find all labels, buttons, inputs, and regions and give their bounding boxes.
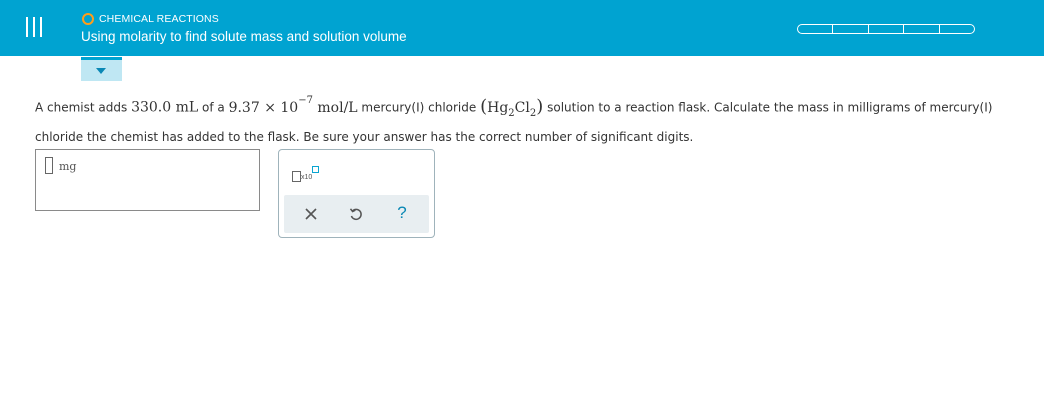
progress-segment xyxy=(798,25,834,33)
question-text: A chemist adds 330.0 mL of a 9.37 × 10−7… xyxy=(35,91,1035,150)
collapse-toggle-button[interactable] xyxy=(81,57,122,81)
sci-notation-label: x10 xyxy=(301,174,313,181)
answer-unit: mg xyxy=(59,160,77,173)
answer-box: mg xyxy=(35,149,260,211)
clear-button[interactable] xyxy=(296,195,326,233)
help-icon: ? xyxy=(397,203,407,222)
math-tools-panel: x10 ? xyxy=(278,149,435,238)
times-sign: × xyxy=(264,99,276,116)
lesson-title: Using molarity to find solute mass and s… xyxy=(81,29,407,44)
formula-element: Hg xyxy=(487,99,509,116)
question-text-part: of a xyxy=(198,100,229,115)
concentration: 9.37 × 10−7 mol/L xyxy=(228,95,358,116)
help-button[interactable]: ? xyxy=(387,195,417,233)
chemical-formula: (Hg2Cl2) xyxy=(480,95,544,119)
question-text-part: mercury(I) chloride xyxy=(357,100,481,115)
concentration-exponent: −7 xyxy=(298,95,313,106)
volume-value: 330.0 xyxy=(131,99,172,116)
progress-segment xyxy=(940,25,974,33)
topic-row: CHEMICAL REACTIONS xyxy=(82,13,219,25)
concentration-mantissa: 9.37 xyxy=(228,99,260,116)
progress-segment xyxy=(904,25,940,33)
concentration-unit: mol/L xyxy=(317,99,358,116)
chevron-down-icon xyxy=(96,68,106,74)
undo-icon xyxy=(349,208,362,220)
action-bar: ? xyxy=(284,195,429,233)
progress-bar xyxy=(797,24,975,34)
topic-label: CHEMICAL REACTIONS xyxy=(99,13,219,25)
mantissa-box-icon xyxy=(292,171,301,182)
undo-button[interactable] xyxy=(341,195,371,233)
volume-unit: mL xyxy=(175,99,199,116)
top-bar: CHEMICAL REACTIONS Using molarity to fin… xyxy=(0,0,1044,56)
concentration-base: 10 xyxy=(280,99,299,116)
close-icon xyxy=(305,208,317,220)
menu-icon[interactable] xyxy=(26,17,42,37)
exponent-box-icon xyxy=(312,166,319,173)
progress-segment xyxy=(833,25,869,33)
question-text-part: A chemist adds xyxy=(35,100,132,115)
volume: 330.0 mL xyxy=(131,100,198,116)
progress-segment xyxy=(869,25,905,33)
formula-element: Cl xyxy=(514,99,530,116)
topic-status-icon xyxy=(82,13,94,25)
scientific-notation-button[interactable]: x10 xyxy=(292,166,322,186)
answer-input[interactable] xyxy=(45,157,53,174)
